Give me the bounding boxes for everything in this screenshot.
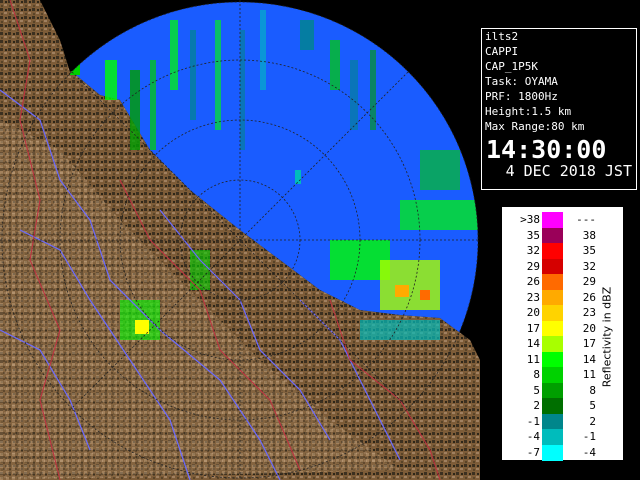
legend-low-value: 29 <box>526 259 540 273</box>
legend-swatch <box>542 274 563 290</box>
legend-low-value: 14 <box>526 337 540 350</box>
legend-row: 14 17 <box>502 336 602 352</box>
legend-row: 26 29 <box>502 274 602 290</box>
legend-unit-text: Reflectivity in dBZ <box>600 286 614 388</box>
legend-row: >38 --- <box>502 212 602 228</box>
legend-low-value: 2 <box>533 399 540 412</box>
legend-swatch <box>542 258 563 275</box>
legend-unit-label: Reflectivity in dBZ <box>597 247 617 427</box>
radar-map <box>0 0 480 480</box>
legend-row: 32 35 <box>502 243 602 259</box>
reflectivity-legend: >38 --- 35 38 32 35 29 32 26 29 23 26 20 23 17 20 14 17 11… <box>500 205 625 462</box>
legend-high-value: 2 <box>589 414 596 428</box>
legend-high-value: 38 <box>582 228 596 242</box>
legend-high-value: 20 <box>582 321 596 335</box>
max-range-label: Max Range:80 km <box>485 120 585 133</box>
legend-row: 20 23 <box>502 305 602 321</box>
date-display: 4 DEC 2018 JST <box>505 162 632 180</box>
legend-row: 8 11 <box>502 367 602 383</box>
station-name: ilts2 <box>485 30 519 43</box>
legend-low-value: 26 <box>526 275 540 288</box>
legend-low-value: 5 <box>533 383 540 397</box>
legend-low-value: 20 <box>526 306 540 319</box>
product-code: CAP_1P5K <box>485 60 538 73</box>
legend-low-value: 32 <box>526 244 540 257</box>
legend-low-value: -7 <box>526 445 540 459</box>
height-label: Height:1.5 km <box>485 105 572 118</box>
legend-row: 11 14 <box>502 351 602 368</box>
legend-low-value: 23 <box>526 290 540 304</box>
legend-row: 17 20 <box>502 320 602 337</box>
legend-row: -1 2 <box>502 413 602 430</box>
legend-high-value: 14 <box>582 352 596 366</box>
legend-low-value: 17 <box>526 321 540 335</box>
legend-row: -7 -4 <box>502 444 602 461</box>
legend-swatch <box>542 367 563 383</box>
legend-swatch <box>542 351 563 368</box>
legend-swatch <box>542 413 563 430</box>
product-type: CAPPI <box>485 45 519 58</box>
legend-high-value: 35 <box>582 244 596 257</box>
legend-swatch <box>542 398 563 414</box>
prf-label: PRF: 1800Hz <box>485 90 558 103</box>
legend-low-value: 35 <box>526 228 540 242</box>
legend-swatch <box>542 320 563 337</box>
legend-swatch <box>542 382 563 399</box>
legend-low-value: 11 <box>526 352 540 366</box>
legend-swatch <box>542 212 563 228</box>
legend-swatch <box>542 336 563 352</box>
legend-swatch <box>542 289 563 306</box>
info-panel: ilts2 CAPPI CAP_1P5K Task: OYAMA PRF: 18… <box>481 28 637 190</box>
legend-swatch <box>542 243 563 259</box>
legend-high-value: 11 <box>582 368 596 381</box>
legend-row: 58 <box>502 382 602 399</box>
legend-swatch <box>542 305 563 321</box>
legend-low-value: -4 <box>526 430 540 443</box>
legend-low-value: >38 <box>520 213 540 226</box>
legend-row: -4 -1 <box>502 429 602 445</box>
legend-high-value: 5 <box>589 399 596 412</box>
legend-high-value: 32 <box>582 259 596 273</box>
legend-row: 23 26 <box>502 289 602 306</box>
legend-swatch <box>542 227 563 244</box>
legend-swatch <box>542 429 563 445</box>
legend-high-value: -4 <box>582 445 596 459</box>
legend-high-value: -1 <box>582 430 596 443</box>
legend-high-value: 17 <box>582 337 596 350</box>
legend-high-value: 26 <box>582 290 596 304</box>
legend-high-value: 8 <box>589 383 596 397</box>
legend-row: 25 <box>502 398 602 414</box>
legend-low-value: 8 <box>533 368 540 381</box>
time-display: 14:30:00 <box>486 135 607 164</box>
legend-high-value: 29 <box>582 275 596 288</box>
legend-high-value: 23 <box>582 306 596 319</box>
task-label: Task: OYAMA <box>485 75 558 88</box>
legend-high-value: --- <box>576 213 596 226</box>
legend-row: 35 38 <box>502 227 602 244</box>
legend-low-value: -1 <box>526 414 540 428</box>
legend-row: 29 32 <box>502 258 602 275</box>
legend-swatch <box>542 444 563 461</box>
